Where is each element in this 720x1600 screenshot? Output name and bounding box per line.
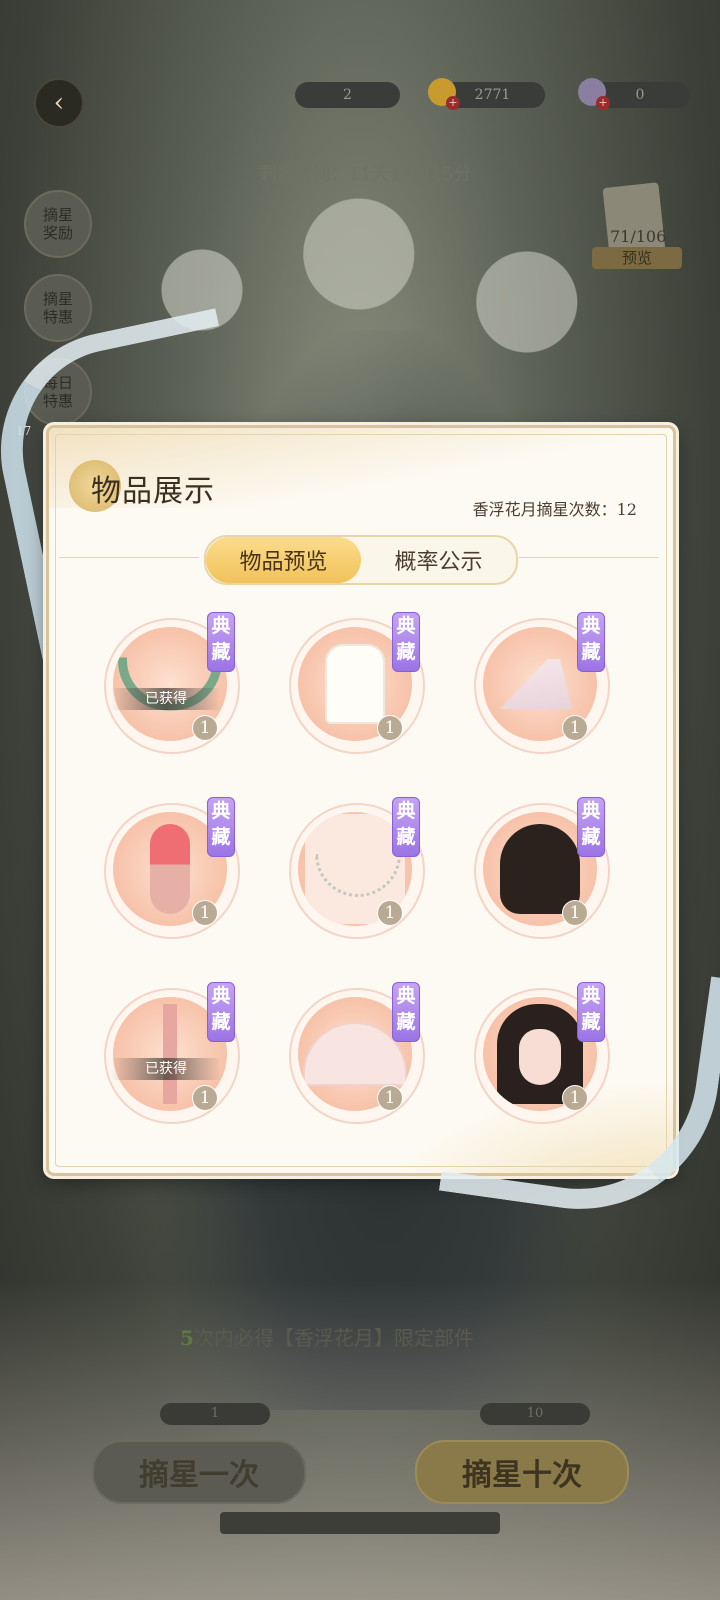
bottom-note-bar <box>220 1512 500 1534</box>
back-button[interactable]: ‹ <box>34 78 84 128</box>
item-card[interactable]: 典藏 1 <box>274 608 434 768</box>
currency-star-value: 2 <box>343 87 352 103</box>
draw-once-button[interactable]: 摘星一次 <box>92 1440 306 1504</box>
preview-count: 71/106 <box>610 227 667 246</box>
draw-ten-cost: 10 <box>480 1403 590 1425</box>
draw-once-cost: 1 <box>160 1403 270 1425</box>
currency-gem-value: 0 <box>635 87 645 103</box>
item-quantity: 1 <box>562 900 588 926</box>
root-effect-icon <box>500 659 572 709</box>
divider <box>59 557 199 558</box>
divider <box>519 557 659 558</box>
currency-gem: + 0 <box>578 78 690 110</box>
currency-gold: + 2771 <box>428 78 545 110</box>
item-card[interactable]: 已获得 典藏 1 <box>89 608 249 768</box>
rarity-tag: 典藏 <box>392 612 420 672</box>
back-arrow-icon: ‹ <box>53 88 65 118</box>
ribbon-accessory-icon <box>163 1004 177 1104</box>
rarity-tag: 典藏 <box>392 982 420 1042</box>
draw-ten-button[interactable]: 摘星十次 <box>415 1440 629 1504</box>
rarity-tag: 典藏 <box>207 612 235 672</box>
currency-gold-value: 2771 <box>474 87 511 103</box>
item-card[interactable]: 典藏 1 <box>274 978 434 1138</box>
item-card[interactable]: 已获得 典藏 1 <box>89 978 249 1138</box>
add-gold-icon[interactable]: + <box>446 96 460 110</box>
rarity-tag: 典藏 <box>207 982 235 1042</box>
guarantee-info: 5次内必得【香浮花月】限定部件 <box>180 1322 474 1351</box>
item-quantity: 1 <box>377 900 403 926</box>
item-quantity: 1 <box>377 1085 403 1111</box>
rarity-tag: 典藏 <box>392 797 420 857</box>
draw-count: 香浮花月摘星次数：12 <box>472 500 637 519</box>
tab-bar: 物品预览 概率公示 <box>204 535 518 585</box>
remaining-time: 剩余时间：11天17时45分 <box>258 164 472 185</box>
tab-item-preview[interactable]: 物品预览 <box>206 537 361 583</box>
item-card[interactable]: 典藏 1 <box>89 793 249 953</box>
rarity-tag: 典藏 <box>207 797 235 857</box>
item-quantity: 1 <box>192 715 218 741</box>
item-quantity: 1 <box>377 715 403 741</box>
item-quantity: 1 <box>192 1085 218 1111</box>
preview-label: 预览 <box>592 247 682 269</box>
side-button-label: 摘星奖励 <box>42 206 73 242</box>
rarity-tag: 典藏 <box>577 797 605 857</box>
side-button-label: 摘星特惠 <box>42 290 73 326</box>
flower-hairpin-icon <box>150 824 190 914</box>
guarantee-number: 5 <box>180 1326 194 1350</box>
item-card[interactable]: 典藏 1 <box>459 793 619 953</box>
rarity-tag: 典藏 <box>577 612 605 672</box>
currency-star: 2 <box>295 82 400 108</box>
side-button-star-reward[interactable]: 摘星奖励 <box>24 190 92 258</box>
item-quantity: 1 <box>562 715 588 741</box>
item-quantity: 1 <box>192 900 218 926</box>
owned-label: 已获得 <box>111 688 221 710</box>
robe-icon <box>325 644 385 724</box>
modal-title: 物品展示 <box>91 474 215 509</box>
item-card[interactable]: 典藏 1 <box>459 608 619 768</box>
guarantee-text: 次内必得【香浮花月】限定部件 <box>193 1326 474 1350</box>
tab-probability[interactable]: 概率公示 <box>361 537 516 583</box>
top-bar: ‹ 2 + 2771 + 0 <box>0 78 720 128</box>
item-card[interactable]: 典藏 1 <box>274 793 434 953</box>
owned-label: 已获得 <box>111 1058 221 1080</box>
add-gem-icon[interactable]: + <box>596 96 610 110</box>
side-button-star-deal[interactable]: 摘星特惠 <box>24 274 92 342</box>
preview-badge[interactable]: 71/106 预览 <box>592 182 682 275</box>
